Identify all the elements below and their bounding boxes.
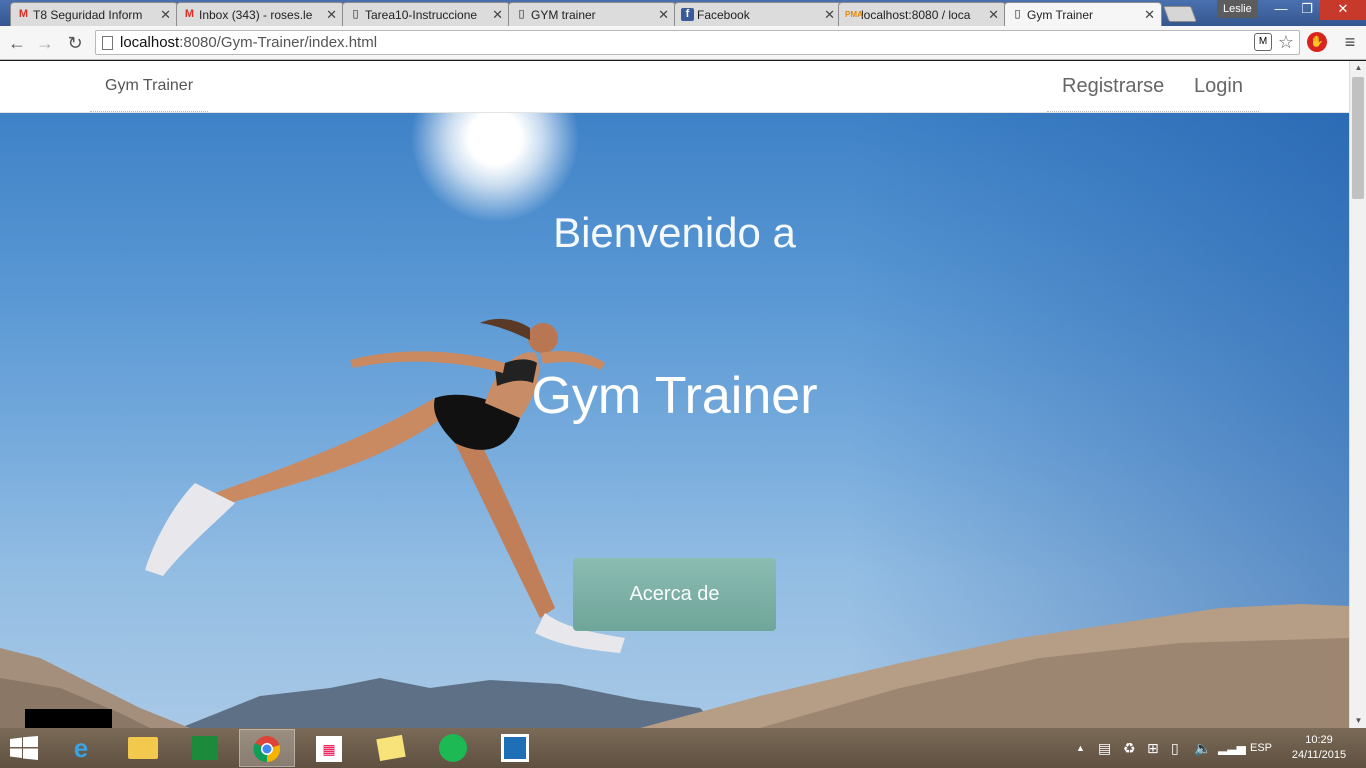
minimize-icon[interactable]: —: [1268, 0, 1294, 20]
hero-title: Gym Trainer: [531, 367, 818, 425]
restore-icon[interactable]: ❐: [1294, 0, 1320, 20]
url-path: :8080/Gym-Trainer/index.html: [179, 34, 378, 51]
close-window-icon[interactable]: ✕: [1320, 0, 1366, 20]
sun-glare: [410, 113, 580, 223]
page-viewport: Gym Trainer Registrarse Login Bienvenido…: [0, 61, 1349, 728]
taskbar-preview-thumbnail: [25, 709, 112, 728]
tab-title: Facebook: [697, 8, 750, 22]
tab-title: Inbox (343) - roses.le: [199, 8, 313, 22]
profile-button[interactable]: Leslie: [1217, 0, 1258, 18]
hero-section: Bienvenido a Gym Trainer Acerca de: [0, 113, 1349, 728]
scroll-up-arrow-icon[interactable]: ▲: [1350, 61, 1366, 75]
browser-tab[interactable]: ▯ GYM trainer ✕: [508, 2, 676, 26]
phpmyadmin-icon: PMA: [845, 10, 863, 19]
site-brand-link[interactable]: Gym Trainer: [90, 61, 209, 112]
browser-tab[interactable]: f Facebook ✕: [674, 2, 842, 26]
volume-icon[interactable]: 🔈: [1194, 728, 1211, 768]
reload-icon[interactable]: ↻: [64, 32, 86, 54]
scroll-down-arrow-icon[interactable]: ▼: [1350, 714, 1366, 728]
windows-start-icon[interactable]: [10, 736, 38, 760]
gmail-icon: M: [18, 8, 29, 20]
language-indicator[interactable]: ESP: [1250, 728, 1272, 768]
url-host: localhost: [120, 34, 180, 51]
browser-tab-active[interactable]: ▯ Gym Trainer ✕: [1004, 2, 1162, 26]
gmail-icon: M: [184, 8, 195, 20]
site-navbar: Gym Trainer Registrarse Login: [0, 61, 1349, 113]
network-signal-icon[interactable]: ▂▃▅: [1218, 728, 1246, 768]
tab-title: localhost:8080 / loca: [861, 8, 971, 22]
tray-device-icon[interactable]: ▤: [1098, 728, 1111, 768]
browser-tab[interactable]: M Inbox (343) - roses.le ✕: [176, 2, 344, 26]
page-icon: [102, 36, 113, 50]
tray-power-icon[interactable]: ▯: [1171, 728, 1179, 768]
sticky-notes-icon[interactable]: [363, 729, 419, 767]
bookmark-star-icon[interactable]: ☆: [1276, 32, 1296, 52]
facebook-icon: f: [681, 8, 694, 21]
internet-explorer-icon[interactable]: e: [53, 729, 109, 767]
windows-taskbar: e ▦ ▲ ▤ ♻ ⊞ ▯ 🔈 ▂▃▅ ESP 10:29 24/11/2015: [0, 728, 1366, 768]
new-tab-button[interactable]: [1163, 6, 1197, 22]
browser-tab[interactable]: PMA localhost:8080 / loca ✕: [838, 2, 1006, 26]
tab-title: Tarea10-Instruccione: [365, 8, 478, 22]
close-icon[interactable]: ✕: [658, 7, 669, 23]
tab-title: Gym Trainer: [1027, 8, 1094, 22]
browser-tab[interactable]: ▯ Tarea10-Instruccione ✕: [342, 2, 510, 26]
forward-arrow-icon[interactable]: →: [34, 32, 56, 54]
extension-icon[interactable]: M: [1254, 33, 1272, 51]
tab-title: T8 Seguridad Inform: [33, 8, 143, 22]
login-link[interactable]: Login: [1194, 75, 1243, 98]
close-icon[interactable]: ✕: [1144, 7, 1155, 23]
tray-windows-icon[interactable]: ⊞: [1147, 728, 1159, 768]
page-icon: ▯: [1014, 8, 1021, 20]
spotify-icon[interactable]: [425, 729, 481, 767]
apps-grid-icon[interactable]: ▦: [301, 729, 357, 767]
close-icon[interactable]: ✕: [326, 7, 337, 23]
scroll-thumb[interactable]: [1352, 77, 1364, 199]
show-hidden-icons-icon[interactable]: ▲: [1076, 728, 1085, 768]
back-arrow-icon[interactable]: ←: [6, 32, 28, 54]
clock-time: 10:29: [1305, 734, 1333, 746]
file-explorer-icon[interactable]: [115, 729, 171, 767]
browser-tab-strip: M T8 Seguridad Inform ✕ M Inbox (343) - …: [0, 0, 1366, 26]
address-bar[interactable]: localhost:8080/Gym-Trainer/index.html: [95, 30, 1300, 55]
tab-title: GYM trainer: [531, 8, 596, 22]
page-icon: ▯: [518, 8, 525, 20]
register-link[interactable]: Registrarse: [1062, 75, 1164, 98]
hero-subtitle: Bienvenido a: [553, 209, 796, 256]
browser-tab[interactable]: M T8 Seguridad Inform ✕: [10, 2, 178, 26]
close-icon[interactable]: ✕: [160, 7, 171, 23]
brackets-icon[interactable]: [487, 729, 543, 767]
chrome-icon[interactable]: [239, 729, 295, 767]
site-nav-links: Registrarse Login: [1047, 61, 1259, 112]
close-icon[interactable]: ✕: [492, 7, 503, 23]
store-icon[interactable]: [177, 729, 233, 767]
tray-sync-icon[interactable]: ♻: [1123, 728, 1136, 768]
menu-icon[interactable]: ≡: [1340, 32, 1360, 52]
taskbar-clock[interactable]: 10:29 24/11/2015: [1284, 733, 1354, 763]
clock-date: 24/11/2015: [1291, 749, 1347, 761]
adblock-icon[interactable]: ✋: [1307, 32, 1327, 52]
browser-toolbar: ← → ↻ localhost:8080/Gym-Trainer/index.h…: [0, 26, 1366, 60]
about-button[interactable]: Acerca de: [573, 558, 776, 631]
page-icon: ▯: [352, 8, 359, 20]
vertical-scrollbar[interactable]: ▲ ▼: [1349, 61, 1366, 728]
close-icon[interactable]: ✕: [988, 7, 999, 23]
close-icon[interactable]: ✕: [824, 7, 835, 23]
